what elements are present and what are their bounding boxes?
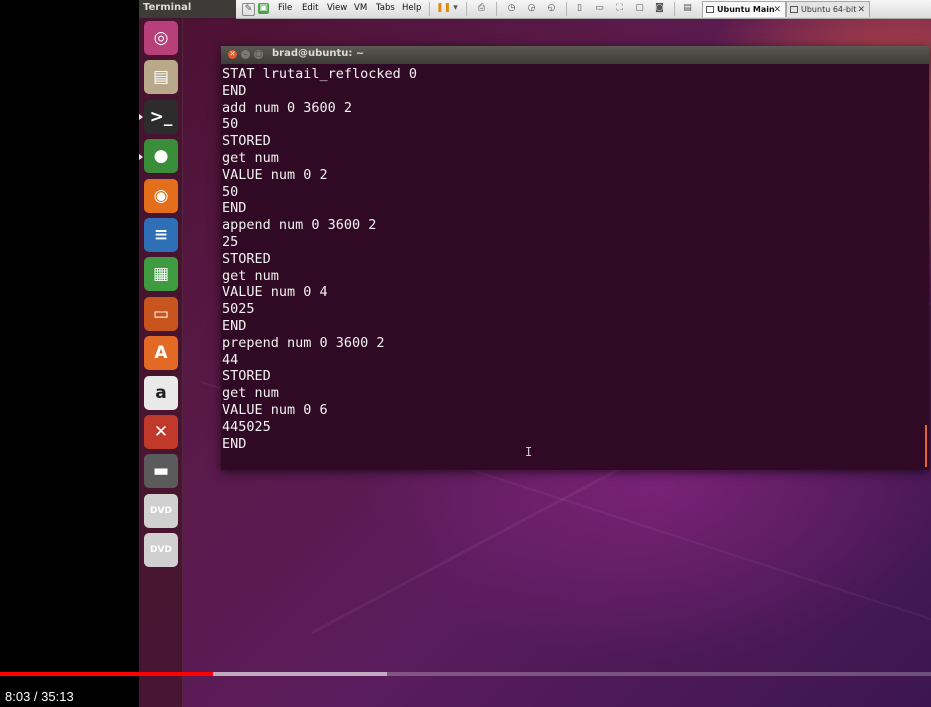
dvd-2-icon: DVD (150, 545, 172, 556)
terminal-line: 5025 (222, 301, 255, 318)
terminal-icon: >_ (149, 106, 173, 127)
firefox-icon: ◉ (153, 185, 169, 206)
terminal-line: END (222, 200, 247, 217)
terminal-line: prepend num 0 3600 2 (222, 334, 385, 351)
pause-icon[interactable]: ❚❚ (436, 3, 451, 14)
maximize-window-icon[interactable]: ▢ (254, 50, 263, 59)
terminal-line: VALUE num 0 6 (222, 401, 328, 418)
terminal-line: VALUE num 0 4 (222, 284, 328, 301)
menu-tabs[interactable]: Tabs (376, 3, 395, 13)
launcher-software-center[interactable]: A (144, 336, 178, 371)
fullscreen-icon[interactable]: ▢ (634, 3, 645, 14)
launcher-files[interactable]: ▤ (144, 60, 178, 95)
launcher-settings[interactable]: ✕ (144, 415, 178, 449)
launcher-firefox[interactable]: ◉ (144, 178, 178, 213)
launcher-ubuntu-dash[interactable]: ◎ (144, 21, 178, 55)
terminal-line: END (222, 435, 247, 452)
network-icon[interactable]: ⎙ (476, 3, 487, 14)
settings-icon: ✕ (153, 422, 169, 442)
terminal-line: STORED (222, 250, 271, 267)
pin-icon[interactable]: ✎ (242, 3, 255, 16)
launcher-writer[interactable]: ≡ (144, 218, 178, 252)
software-center-icon: A (154, 343, 168, 364)
fullscreen-console-icon[interactable]: ▣ (258, 3, 269, 14)
terminal-line: append num 0 3600 2 (222, 217, 377, 234)
terminal-output[interactable]: STAT lrutail_reflocked 0 END add num 0 360… (222, 66, 922, 466)
close-window-icon[interactable]: ✕ (228, 50, 237, 59)
terminal-line: VALUE num 0 2 (222, 166, 328, 183)
menu-help[interactable]: Help (402, 3, 421, 13)
files-icon: ▤ (152, 67, 170, 88)
snapshot-manager-icon[interactable]: ◵ (546, 3, 557, 14)
terminal-line: 50 (222, 183, 239, 200)
text-cursor-icon: I (525, 445, 533, 459)
impress-icon: ▭ (152, 303, 170, 324)
terminal-line: add num 0 3600 2 (222, 99, 353, 116)
terminal-line: 44 (222, 351, 239, 368)
terminal-line: 445025 (222, 418, 271, 435)
drive-icon: ▬ (152, 461, 170, 482)
terminal-line: 50 (222, 116, 239, 133)
terminal-line: 25 (222, 233, 239, 250)
revert-snapshot-icon[interactable]: ◶ (526, 3, 537, 14)
terminal-title: brad@ubuntu: ~ (272, 48, 365, 59)
launcher-dvd-2[interactable]: DVD (144, 533, 178, 568)
launcher-amazon[interactable]: a (144, 375, 178, 410)
terminal-line: get num (222, 385, 279, 402)
unity-mode-icon[interactable]: ◙ (654, 3, 665, 14)
close-icon[interactable]: ✕ (773, 2, 781, 18)
chevron-down-icon[interactable]: ▾ (450, 3, 461, 14)
terminal-line: END (222, 317, 247, 334)
tab-ubuntu-64bit[interactable]: Ubuntu 64-bit ✕ (786, 1, 870, 17)
video-time-display: 8:03 / 35:13 (5, 689, 74, 704)
launcher-impress[interactable]: ▭ (144, 296, 178, 331)
console-view-icon[interactable]: ▤ (682, 3, 693, 14)
ubuntu-dash-icon: ◎ (153, 28, 169, 48)
dvd-1-icon: DVD (150, 505, 172, 516)
launcher-terminal[interactable]: >_ (144, 99, 178, 134)
tab-label: Ubuntu Main (717, 5, 775, 14)
tab-ubuntu-main[interactable]: Ubuntu Main ✕ (702, 1, 786, 17)
minimize-window-icon[interactable]: – (241, 50, 250, 59)
vm-icon (706, 6, 714, 13)
calc-icon: ▦ (152, 264, 170, 285)
menu-view[interactable]: View (327, 3, 347, 13)
terminal-line: get num (222, 267, 279, 284)
tab-label: Ubuntu 64-bit (801, 5, 857, 14)
active-app-indicator (139, 114, 143, 120)
snapshot-icon[interactable]: ◷ (506, 3, 517, 14)
launcher-drive[interactable]: ▬ (144, 454, 178, 489)
sidebar-icon[interactable]: ▯ (574, 3, 585, 14)
terminal-line: END (222, 82, 247, 99)
launcher-dvd-1[interactable]: DVD (144, 493, 178, 528)
amazon-icon: a (155, 382, 167, 403)
writer-icon: ≡ (153, 225, 169, 245)
terminal-titlebar[interactable]: ✕ – ▢ brad@ubuntu: ~ (221, 46, 929, 64)
launcher-chrome[interactable]: ● (144, 139, 178, 174)
menu-edit[interactable]: Edit (302, 3, 318, 13)
running-app-indicator (139, 154, 143, 160)
terminal-line: get num (222, 149, 279, 166)
video-letterbox-left (0, 0, 139, 707)
vm-toolbar: ✎ ▣ File Edit View VM Tabs Help ❚❚ ▾ ⎙ ◷… (236, 0, 931, 19)
fit-window-icon[interactable]: ⛶ (614, 3, 625, 14)
terminal-line: STAT lrutail_reflocked 0 (222, 66, 418, 82)
launcher-calc[interactable]: ▦ (144, 257, 178, 292)
scroll-indicator[interactable] (925, 425, 927, 467)
menu-vm[interactable]: VM (354, 3, 367, 13)
terminal-line: STORED (222, 133, 271, 150)
video-played-bar[interactable] (0, 672, 214, 676)
menu-file[interactable]: File (278, 3, 292, 13)
thumbnail-bar-icon[interactable]: ▭ (594, 3, 605, 14)
vm-icon (790, 6, 798, 13)
terminal-window[interactable]: ✕ – ▢ brad@ubuntu: ~ STAT lrutail_refloc… (221, 46, 929, 470)
close-icon[interactable]: ✕ (857, 2, 865, 18)
terminal-line: STORED (222, 368, 271, 385)
chrome-icon: ● (153, 146, 169, 167)
active-app-name: Terminal (143, 2, 192, 13)
